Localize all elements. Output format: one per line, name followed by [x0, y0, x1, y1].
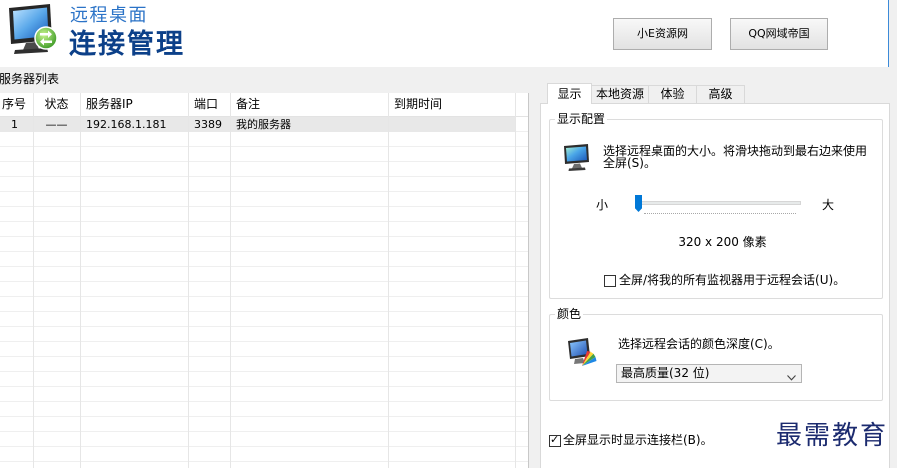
color-palette-icon [566, 335, 598, 369]
display-config-label: 显示配置 [555, 112, 608, 126]
column-header-port[interactable]: 端口 [188, 93, 230, 116]
color-group [549, 314, 883, 401]
connection-bar-checkbox-label[interactable]: 全屏显示时显示连接栏(B)。 [563, 433, 713, 447]
server-list-label: 服务器列表 [0, 72, 60, 86]
table-row[interactable]: 1 —— 192.168.1.181 3389 我的服务器 [0, 117, 515, 132]
column-divider [515, 93, 516, 468]
color-depth-select[interactable]: 最高质量(32 位) [616, 364, 802, 383]
column-header-expiry[interactable]: 到期时间 [388, 93, 515, 116]
column-divider [33, 93, 34, 468]
window-border [888, 0, 889, 67]
tab-advanced[interactable]: 高级 [696, 85, 745, 103]
slider-track[interactable] [635, 201, 801, 205]
cell-port: 3389 [194, 118, 222, 131]
color-group-label: 颜色 [555, 307, 584, 321]
server-table[interactable]: 序号 状态 服务器IP 端口 备注 到期时间 1 —— 192.168.1.18… [0, 93, 529, 468]
cell-status: —— [45, 118, 68, 131]
app-title-large: 连接管理 [69, 29, 185, 60]
column-divider [188, 93, 189, 468]
column-header-server-ip[interactable]: 服务器IP [80, 93, 188, 116]
resolution-readout: 320 x 200 像素 [678, 235, 767, 249]
tab-local-resources[interactable]: 本地资源 [591, 85, 649, 103]
app-title-small: 远程桌面 [70, 5, 148, 26]
tab-experience[interactable]: 体验 [648, 85, 697, 103]
slider-min-label: 小 [596, 198, 609, 212]
qq-domain-button[interactable]: QQ网域帝国 [730, 18, 828, 50]
multimon-checkbox-label[interactable]: 全屏/将我的所有监视器用于远程会话(U)。 [619, 273, 845, 287]
slider-max-label: 大 [822, 198, 835, 212]
xiaoe-resource-button[interactable]: 小E资源网 [613, 18, 712, 50]
column-divider [230, 93, 231, 468]
cell-index: 1 [11, 118, 18, 131]
cell-note: 我的服务器 [236, 118, 291, 131]
app-header: 远程桌面 连接管理 小E资源网 QQ网域帝国 [0, 0, 889, 67]
column-header-index[interactable]: 序号 [0, 93, 33, 116]
tab-display[interactable]: 显示 [547, 83, 592, 104]
column-divider [388, 93, 389, 468]
cell-server-ip: 192.168.1.181 [86, 118, 167, 131]
display-size-description: 选择远程桌面的大小。将滑块拖动到最右边来使用全屏(S)。 [603, 144, 868, 170]
column-divider [80, 93, 81, 468]
remote-desktop-manager-window: 远程桌面 连接管理 小E资源网 QQ网域帝国 服务器列表 序号 状态 服务器IP… [0, 0, 897, 468]
column-header-status[interactable]: 状态 [33, 93, 80, 116]
connection-bar-checkbox[interactable] [549, 433, 561, 447]
watermark-text: 最需教育 [776, 421, 889, 451]
column-header-note[interactable]: 备注 [230, 93, 388, 116]
slider-ticks [644, 213, 796, 214]
remote-desktop-icon [6, 2, 62, 56]
resolution-slider-thumb[interactable] [635, 195, 642, 212]
color-depth-value: 最高质量(32 位) [621, 366, 710, 380]
chevron-down-icon [787, 370, 796, 381]
multimon-checkbox[interactable] [604, 275, 616, 287]
resolution-slider[interactable] [632, 195, 804, 219]
color-depth-description: 选择远程会话的颜色深度(C)。 [618, 337, 780, 351]
monitor-icon [562, 142, 592, 172]
